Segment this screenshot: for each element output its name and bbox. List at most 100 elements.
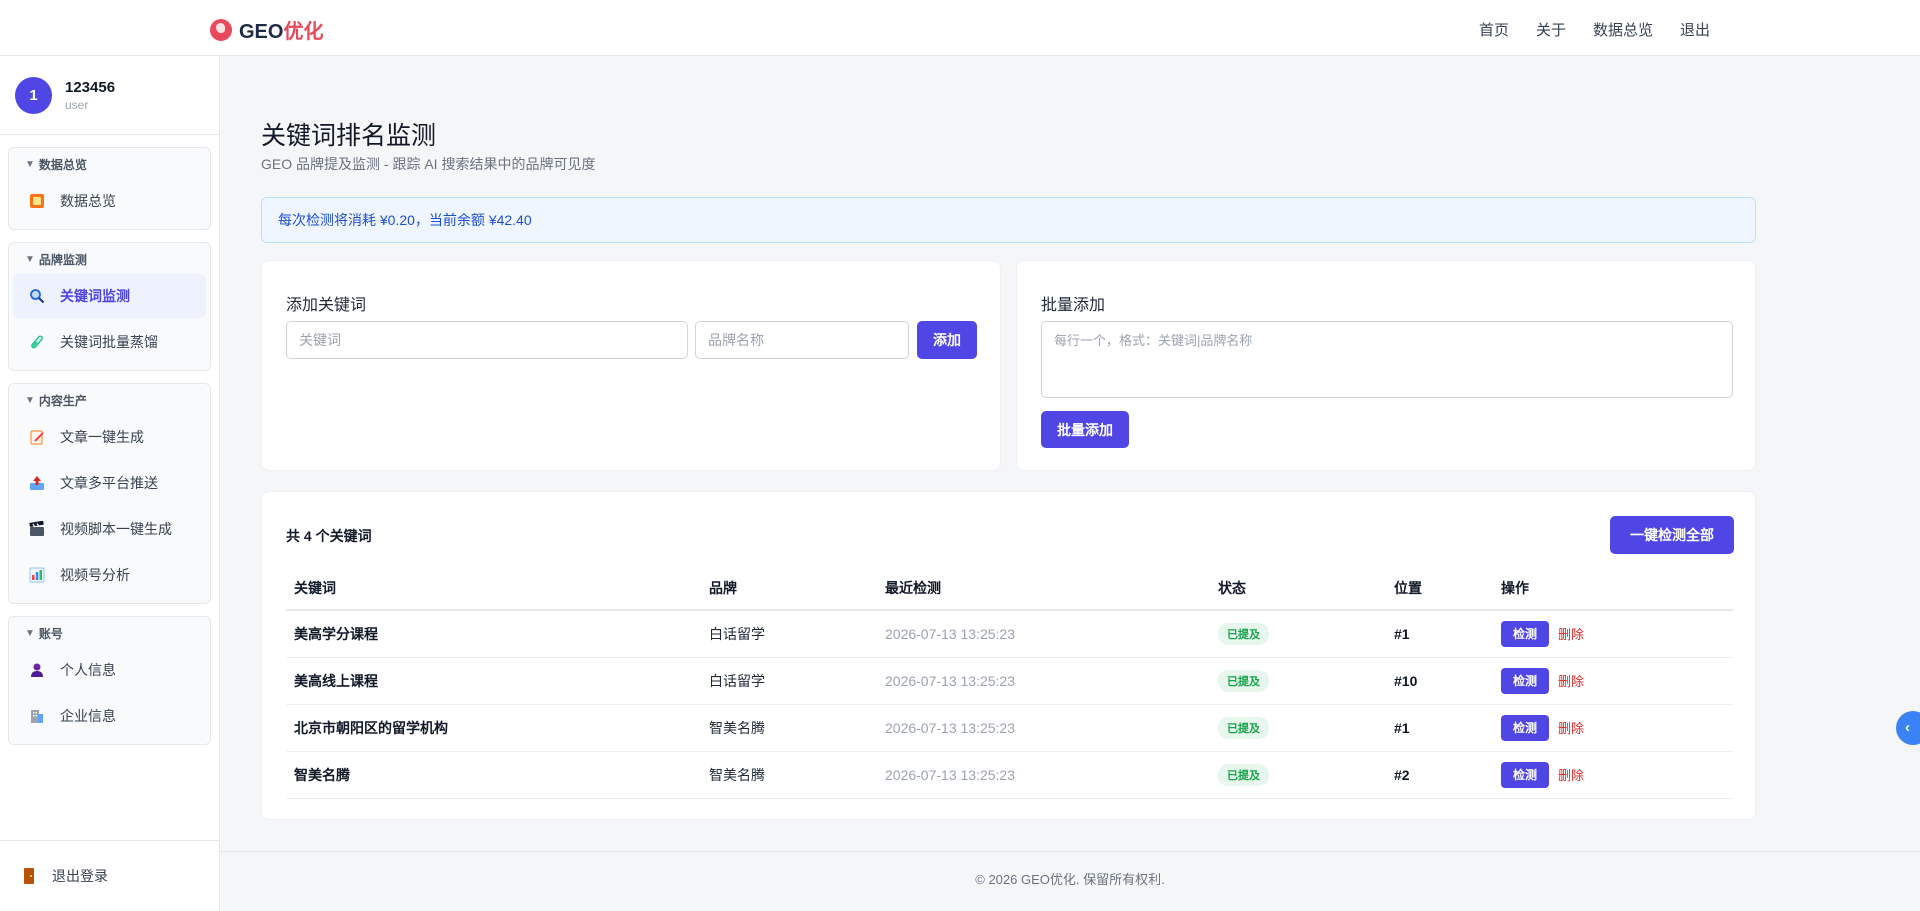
avatar: 1: [15, 76, 52, 114]
test-tube-icon: [28, 333, 46, 351]
group-title: 品牌监测: [38, 253, 87, 267]
logo-text-suffix: 优化: [283, 21, 324, 43]
delete-link[interactable]: 删除: [1558, 674, 1584, 689]
sidebar-group-overview: ▼ 数据总览 数据总览: [8, 147, 211, 230]
check-all-button[interactable]: 一键检测全部: [1610, 516, 1734, 554]
sidebar-item-label: 个人信息: [60, 662, 116, 678]
balance-notice: 每次检测将消耗 ¥0.20，当前余额 ¥42.40: [261, 197, 1756, 243]
sidebar-item-company-info[interactable]: 企业信息: [13, 694, 206, 738]
table-row: 美高线上课程 白话留学 2026-07-13 13:25:23 已提及 #10 …: [286, 657, 1733, 705]
group-toggle-account[interactable]: ▼ 账号: [13, 622, 206, 646]
sidebar-item-video-analysis[interactable]: 视频号分析: [13, 553, 206, 597]
delete-link[interactable]: 删除: [1558, 627, 1584, 642]
keyword-cell: 美高线上课程: [286, 657, 701, 705]
group-toggle-overview[interactable]: ▼ 数据总览: [13, 153, 206, 177]
sidebar-item-article-push[interactable]: 文章多平台推送: [13, 461, 206, 505]
check-button[interactable]: 检测: [1501, 714, 1549, 741]
top-header: GEO优化 首页 关于 数据总览 退出: [0, 0, 1920, 56]
user-name: 123456: [65, 78, 116, 96]
sidebar-item-keyword-monitor[interactable]: 关键词监测: [13, 274, 206, 318]
clapper-icon: [28, 520, 46, 538]
logo[interactable]: GEO优化: [210, 15, 323, 44]
caret-down-icon: ▼: [25, 254, 35, 265]
sidebar-item-dashboard[interactable]: 数据总览: [13, 179, 206, 223]
batch-add-button[interactable]: 批量添加: [1041, 411, 1129, 448]
table-row: 北京市朝阳区的留学机构 智美名腾 2026-07-13 13:25:23 已提及…: [286, 704, 1733, 752]
table-header-row: 关键词 品牌 最近检测 状态 位置 操作: [286, 566, 1733, 611]
sidebar-item-label: 视频号分析: [60, 567, 130, 583]
col-brand: 品牌: [701, 566, 877, 611]
side-panel-toggle[interactable]: ‹: [1896, 711, 1920, 745]
table-row: 美高学分课程 白话留学 2026-07-13 13:25:23 已提及 #1 检…: [286, 610, 1733, 658]
group-toggle-content[interactable]: ▼ 内容生产: [13, 389, 206, 413]
sidebar-item-personal-info[interactable]: 个人信息: [13, 648, 206, 692]
delete-link[interactable]: 删除: [1558, 768, 1584, 783]
page-subtitle: GEO 品牌提及监测 - 跟踪 AI 搜索结果中的品牌可见度: [261, 156, 596, 172]
sidebar-group-brand: ▼ 品牌监测 关键词监测 关键词批量蒸馏: [8, 242, 211, 371]
brand-name-input[interactable]: 品牌名称: [695, 321, 909, 359]
nav-about-link[interactable]: 关于: [1536, 19, 1566, 40]
brand-cell: 白话留学: [701, 657, 877, 705]
group-toggle-brand[interactable]: ▼ 品牌监测: [13, 248, 206, 272]
door-icon: [24, 868, 34, 884]
sidebar-group-content: ▼ 内容生产 文章一键生成 文章多平台推送 视频脚本一键生成 视频号分析: [8, 383, 211, 604]
bar-chart-icon: [28, 566, 46, 584]
brand-cell: 智美名腾: [701, 704, 877, 752]
sidebar-item-label: 视频脚本一键生成: [60, 521, 172, 537]
status-badge: 已提及: [1218, 669, 1269, 692]
check-button[interactable]: 检测: [1501, 620, 1549, 647]
logout-label: 退出登录: [52, 868, 108, 884]
position-cell: #2: [1386, 751, 1493, 799]
brand-cell: 智美名腾: [701, 751, 877, 799]
col-status: 状态: [1210, 566, 1386, 611]
last-check-cell: 2026-07-13 13:25:23: [877, 704, 1210, 752]
brand-cell: 白话留学: [701, 610, 877, 658]
col-actions: 操作: [1493, 566, 1733, 611]
document-pen-icon: [28, 428, 46, 446]
add-keyword-button[interactable]: 添加: [917, 321, 977, 359]
outbox-icon: [28, 474, 46, 492]
check-button[interactable]: 检测: [1501, 761, 1549, 788]
batch-add-title: 批量添加: [1041, 297, 1106, 314]
caret-down-icon: ▼: [25, 159, 35, 170]
nav-home-link[interactable]: 首页: [1479, 19, 1509, 40]
sidebar-item-label: 数据总览: [60, 193, 116, 209]
sidebar-item-label: 企业信息: [60, 708, 116, 724]
last-check-cell: 2026-07-13 13:25:23: [877, 751, 1210, 799]
page-title: 关键词排名监测: [261, 122, 437, 150]
caret-down-icon: ▼: [25, 628, 35, 639]
keyword-cell: 美高学分课程: [286, 610, 701, 658]
delete-link[interactable]: 删除: [1558, 721, 1584, 736]
sidebar-logout-button[interactable]: 退出登录: [0, 840, 219, 911]
batch-keywords-textarea[interactable]: 每行一个，格式：关键词|品牌名称: [1041, 321, 1733, 398]
sidebar: 1 123456 user ▼ 数据总览 数据总览 ▼ 品牌监测 关键词监测 关键词…: [0, 56, 220, 911]
building-icon: [28, 707, 46, 725]
sidebar-item-article-generate[interactable]: 文章一键生成: [13, 415, 206, 459]
add-keyword-card: 添加关键词 关键词 品牌名称 添加: [261, 260, 1001, 471]
last-check-cell: 2026-07-13 13:25:23: [877, 610, 1210, 658]
keyword-input[interactable]: 关键词: [286, 321, 688, 359]
person-icon: [28, 661, 46, 679]
status-badge: 已提及: [1218, 622, 1269, 645]
group-title: 账号: [38, 627, 63, 641]
nav-logout-link[interactable]: 退出: [1680, 19, 1710, 40]
sidebar-item-label: 文章一键生成: [60, 429, 144, 445]
last-check-cell: 2026-07-13 13:25:23: [877, 657, 1210, 705]
position-cell: #10: [1386, 657, 1493, 705]
sidebar-item-label: 文章多平台推送: [60, 475, 158, 491]
logo-text-prefix: GEO: [239, 21, 284, 43]
group-title: 内容生产: [38, 394, 87, 408]
keyword-cell: 智美名腾: [286, 751, 701, 799]
col-position: 位置: [1386, 566, 1493, 611]
sidebar-item-label: 关键词批量蒸馏: [60, 334, 158, 350]
keyword-table: 关键词 品牌 最近检测 状态 位置 操作 美高学分课程 白话留学 2026-07…: [286, 566, 1733, 799]
check-button[interactable]: 检测: [1501, 667, 1549, 694]
nav-dashboard-link[interactable]: 数据总览: [1593, 19, 1653, 40]
col-last-check: 最近检测: [877, 566, 1210, 611]
keyword-list-card: 共 4 个关键词 一键检测全部 关键词 品牌 最近检测 状态 位置 操作 美高学…: [261, 491, 1756, 820]
sidebar-item-keyword-distill[interactable]: 关键词批量蒸馏: [13, 320, 206, 364]
col-keyword: 关键词: [286, 566, 701, 611]
sidebar-item-video-script[interactable]: 视频脚本一键生成: [13, 507, 206, 551]
status-badge: 已提及: [1218, 763, 1269, 786]
position-cell: #1: [1386, 610, 1493, 658]
